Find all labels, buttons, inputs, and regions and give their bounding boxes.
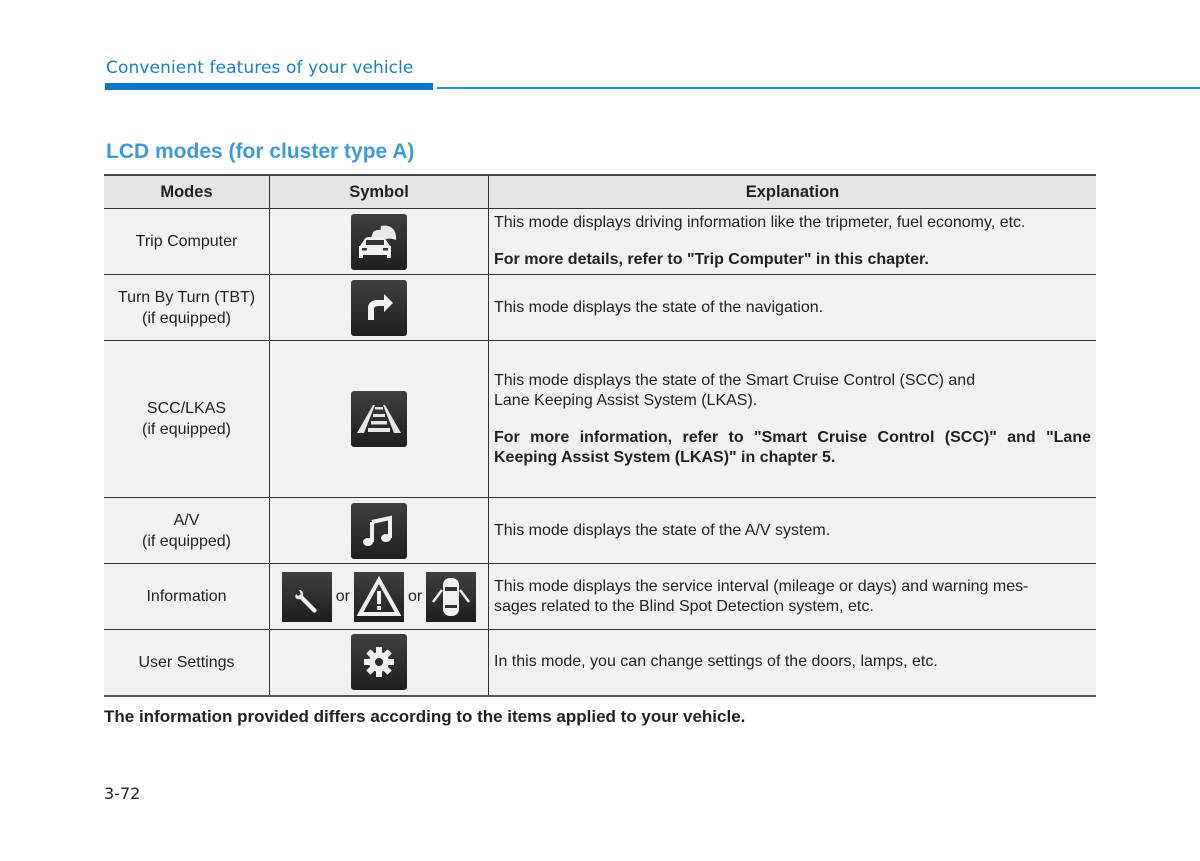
car-doors-open-icon	[426, 571, 477, 622]
mode-name: Turn By Turn (TBT)	[117, 288, 256, 306]
lane-icon	[351, 391, 407, 447]
symbol-cell	[269, 274, 489, 341]
car-leaf-icon	[351, 213, 407, 270]
warning-triangle-icon	[354, 571, 404, 622]
table-row-av: A/V (if equipped) This mode displays the…	[104, 497, 1096, 564]
icon-separator: or	[335, 587, 350, 605]
symbol-cell	[269, 497, 489, 564]
footnote: The information provided differs accordi…	[104, 707, 746, 726]
table-row-information: Information or or This mode displays the…	[104, 563, 1096, 630]
table-header-row: Modes Symbol Explanation	[104, 174, 1096, 209]
mode-cell: SCC/LKAS (if equipped)	[104, 340, 270, 498]
explanation-text: This mode displays driving information l…	[494, 214, 1026, 231]
mode-name: Trip Computer	[135, 233, 238, 250]
table-row-trip-computer: Trip Computer This mode displays driving…	[104, 208, 1096, 275]
header-rule-thick	[105, 83, 433, 90]
explanation-cell: This mode displays the state of the navi…	[488, 274, 1096, 341]
mode-cell: Trip Computer	[104, 208, 270, 275]
mode-qualifier: (if equipped)	[142, 309, 231, 327]
explanation-text-line1: This mode displays the state of the Smar…	[494, 371, 976, 389]
gear-icon	[351, 634, 407, 691]
column-header-symbol: Symbol	[269, 174, 489, 209]
table-row-scc-lkas: SCC/LKAS (if equipped) This mode display…	[104, 340, 1096, 498]
symbol-cell	[269, 208, 489, 275]
table-row-turn-by-turn: Turn By Turn (TBT) (if equipped) This mo…	[104, 274, 1096, 341]
mode-cell: Information	[104, 563, 270, 630]
explanation-cell: This mode displays the state of the A/V …	[488, 497, 1096, 564]
mode-cell: User Settings	[104, 629, 270, 697]
explanation-cell: This mode displays driving information l…	[488, 208, 1096, 275]
mode-name: Information	[146, 588, 227, 605]
symbol-cell: or or	[269, 563, 489, 630]
mode-name: A/V	[173, 511, 200, 529]
explanation-text: This mode displays the state of the A/V …	[494, 521, 831, 539]
explanation-cell: This mode displays the service interval …	[488, 563, 1096, 630]
page-title: LCD modes (for cluster type A)	[106, 140, 415, 163]
icon-separator: or	[408, 587, 423, 605]
symbol-cell	[269, 629, 489, 697]
column-header-explanation: Explanation	[488, 174, 1096, 209]
explanation-reference: For more information, refer to "Smart Cr…	[494, 428, 1091, 466]
mode-name: SCC/LKAS	[146, 400, 227, 417]
explanation-reference: For more details, refer to "Trip Compute…	[494, 251, 929, 268]
wrench-icon	[281, 571, 332, 622]
explanation-text-line2: sages related to the Blind Spot Detectio…	[494, 597, 874, 615]
mode-cell: A/V (if equipped)	[104, 497, 270, 564]
music-note-icon	[351, 502, 407, 559]
explanation-text: This mode displays the state of the navi…	[494, 298, 824, 316]
explanation-text-line2: Lane Keeping Assist System (LKAS).	[494, 391, 758, 409]
section-header: Convenient features of your vehicle	[106, 58, 414, 78]
explanation-text: In this mode, you can change settings of…	[494, 653, 938, 671]
symbol-cell	[269, 340, 489, 498]
lcd-modes-table: Modes Symbol Explanation Trip Computer T…	[104, 174, 1096, 697]
header-rule-thin	[437, 87, 1200, 89]
table-row-user-settings: User Settings In this mode, you can chan…	[104, 629, 1096, 697]
mode-qualifier: (if equipped)	[142, 421, 231, 438]
explanation-cell: In this mode, you can change settings of…	[488, 629, 1096, 697]
mode-name: User Settings	[138, 653, 235, 671]
explanation-text-line1: This mode displays the service interval …	[494, 577, 1029, 595]
page-number: 3-72	[104, 784, 141, 803]
explanation-cell: This mode displays the state of the Smar…	[488, 340, 1096, 498]
column-header-modes: Modes	[104, 174, 270, 209]
mode-cell: Turn By Turn (TBT) (if equipped)	[104, 274, 270, 341]
mode-qualifier: (if equipped)	[142, 532, 231, 550]
turn-right-arrow-icon	[351, 279, 407, 336]
